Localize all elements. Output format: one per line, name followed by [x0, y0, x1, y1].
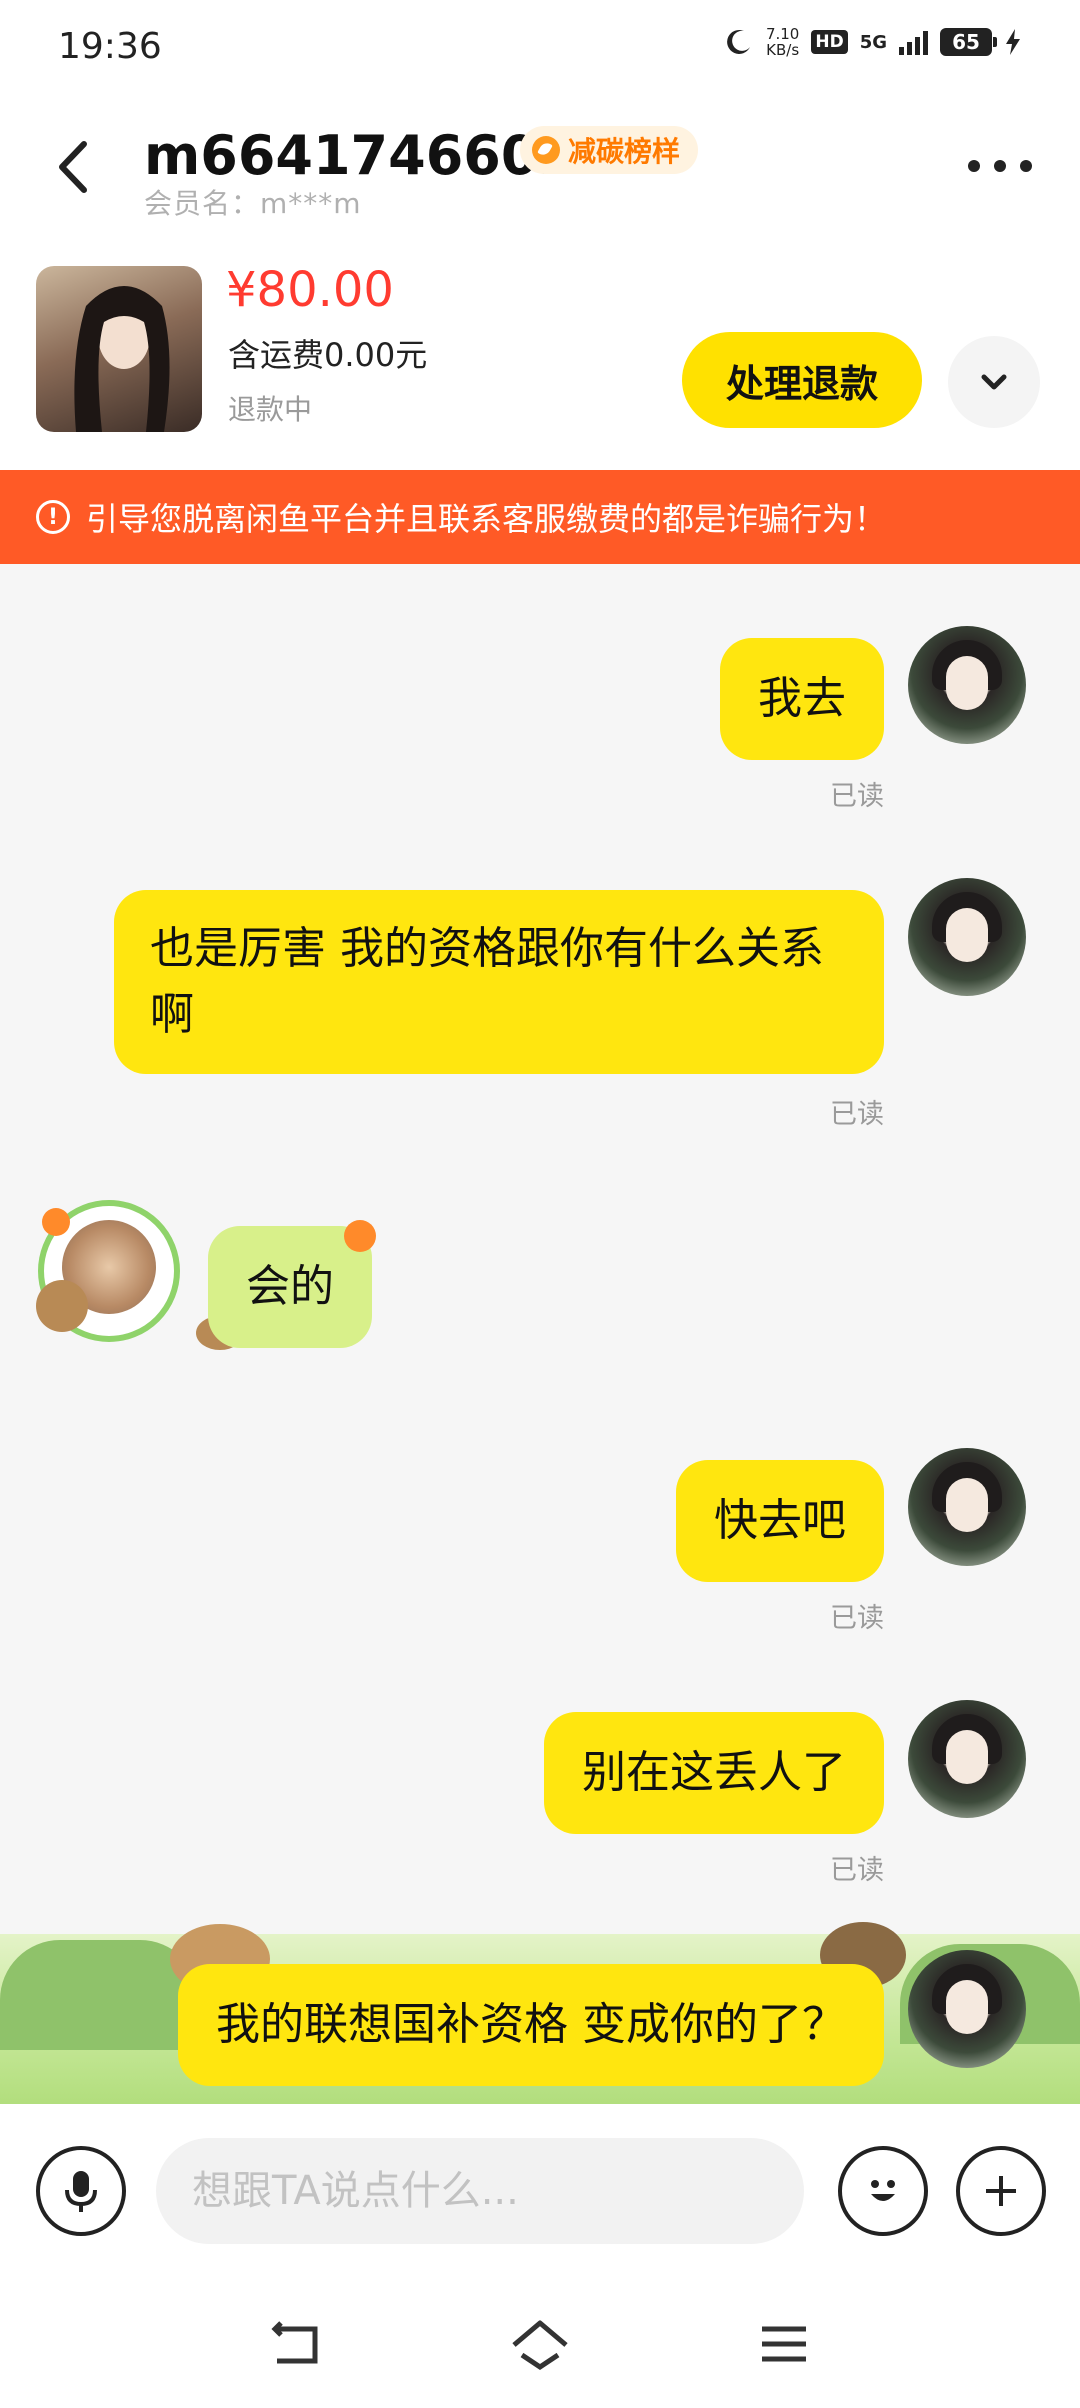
chat-header: m664174660m 减碳榜样 会员名：m***m ¥80.00 含运费0.0… [0, 96, 1080, 470]
status-bar: 19:36 7.10 KB/s HD 5G 65 [0, 0, 1080, 96]
chat-area[interactable]: 我去 已读 也是厉害 我的资格跟你有什么关系啊 已读 会的 快去吧 已读 别在这… [0, 564, 1080, 2104]
signal-icon [899, 29, 928, 55]
plus-icon [986, 2176, 1016, 2206]
nav-back-button[interactable] [264, 2312, 328, 2376]
carbon-badge[interactable]: 减碳榜样 [520, 126, 699, 174]
my-avatar[interactable] [908, 878, 1026, 996]
read-receipt: 已读 [830, 1603, 884, 1634]
more-button[interactable] [968, 156, 1032, 176]
battery-icon: 65 [940, 28, 997, 56]
portrait-image [74, 286, 170, 432]
product-price: ¥80.00 [226, 262, 394, 318]
my-message-bubble[interactable]: 我的联想国补资格 变成你的了？ [178, 1964, 884, 2086]
charging-icon [1006, 29, 1020, 55]
emoji-icon [871, 2180, 895, 2201]
chevron-left-icon [59, 141, 87, 193]
read-receipt: 已读 [830, 1855, 884, 1886]
moon-icon [727, 29, 750, 54]
my-avatar[interactable] [908, 626, 1026, 744]
expand-button[interactable] [948, 336, 1040, 428]
leaf-icon [532, 136, 560, 164]
nav-menu-button[interactable] [752, 2312, 816, 2376]
my-avatar[interactable] [908, 1448, 1026, 1566]
read-receipt: 已读 [830, 1099, 884, 1130]
message-input[interactable] [156, 2138, 804, 2244]
nav-home-icon [512, 2320, 568, 2371]
voice-button[interactable] [36, 2146, 126, 2236]
capybara-sticker [36, 1280, 88, 1332]
alert-circle-icon: ! [36, 500, 70, 534]
network-type: 5G [859, 31, 887, 53]
badge-label: 减碳榜样 [568, 135, 681, 168]
nav-home-button[interactable] [508, 2312, 572, 2376]
nav-back-icon [271, 2321, 318, 2364]
hd-badge: HD [811, 30, 848, 54]
warning-text: 引导您脱离闲鱼平台并且联系客服缴费的都是诈骗行为！ [86, 500, 887, 538]
shipping-fee: 含运费0.00元 [228, 336, 428, 374]
status-icons: 7.10 KB/s HD 5G 65 [724, 26, 1022, 58]
status-time: 19:36 [58, 26, 162, 67]
net-speed: 7.10 KB/s [765, 25, 800, 59]
fraud-warning-banner: ! 引导您脱离闲鱼平台并且联系客服缴费的都是诈骗行为！ [0, 470, 1080, 564]
my-avatar[interactable] [908, 1950, 1026, 2068]
handle-refund-button[interactable]: 处理退款 [682, 332, 922, 428]
nav-menu-icon [762, 2326, 806, 2362]
system-nav-bar [0, 2280, 1080, 2408]
my-message-bubble[interactable]: 别在这丢人了 [544, 1712, 884, 1834]
member-name: 会员名：m***m [144, 187, 362, 220]
my-message-bubble[interactable]: 快去吧 [676, 1460, 884, 1582]
microphone-icon [65, 2171, 97, 2212]
my-avatar[interactable] [908, 1700, 1026, 1818]
product-image[interactable] [36, 266, 202, 432]
more-dots-icon [968, 160, 980, 172]
chevron-down-icon [981, 374, 1007, 390]
read-receipt: 已读 [830, 781, 884, 812]
message-input-bar [0, 2104, 1080, 2280]
emoji-button[interactable] [838, 2146, 928, 2236]
back-button[interactable] [40, 132, 110, 202]
my-message-bubble[interactable]: 也是厉害 我的资格跟你有什么关系啊 [114, 890, 884, 1074]
persimmon-sticker [344, 1220, 376, 1252]
my-message-bubble[interactable]: 我去 [720, 638, 884, 760]
refund-status: 退款中 [228, 393, 313, 426]
plus-button[interactable] [956, 2146, 1046, 2236]
persimmon-sticker [42, 1208, 70, 1236]
